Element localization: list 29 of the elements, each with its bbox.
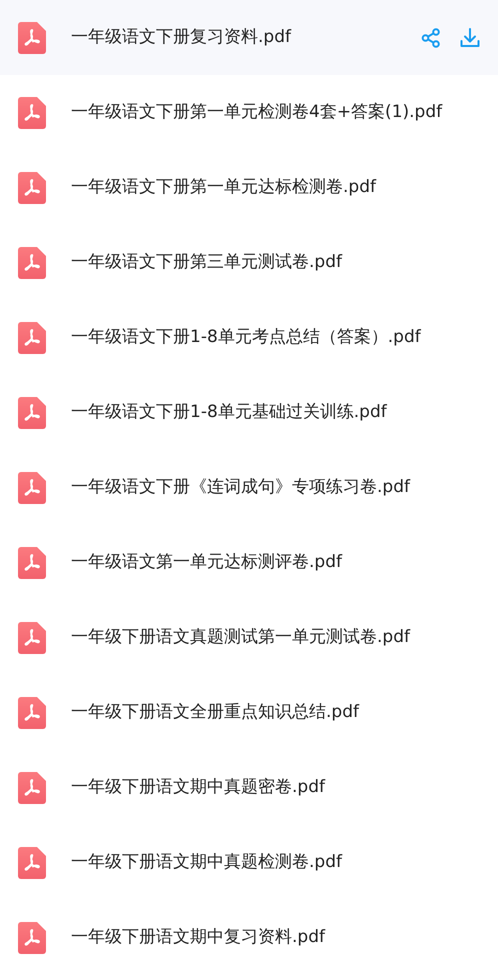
pdf-file-icon — [18, 846, 46, 878]
pdf-file-icon — [18, 96, 46, 128]
file-name: 一年级下册语文全册重点知识总结.pdf — [71, 700, 360, 724]
file-name: 一年级下册语文期中真题密卷.pdf — [71, 776, 326, 799]
file-name: 一年级语文下册《连词成句》专项练习卷.pdf — [71, 476, 412, 499]
file-name: 一年级语文下册第一单元达标检测卷.pdf — [71, 176, 378, 199]
file-name: 一年级下册语文期中复习资料.pdf — [71, 926, 326, 949]
pdf-file-icon — [18, 22, 46, 54]
download-button[interactable] — [460, 28, 480, 48]
pdf-file-icon — [18, 546, 46, 578]
pdf-file-icon — [18, 696, 46, 728]
pdf-file-icon — [18, 622, 46, 654]
file-name: 一年级下册语文真题测试第一单元测试卷.pdf — [71, 626, 412, 649]
file-name: 一年级语文第一单元达标测评卷.pdf — [71, 550, 344, 574]
pdf-file-icon — [18, 396, 46, 428]
pdf-file-icon — [18, 172, 46, 204]
file-name: 一年级语文下册第三单元测试卷.pdf — [71, 250, 344, 274]
file-name: 一年级下册语文期中真题检测卷.pdf — [71, 850, 344, 874]
file-name: 一年级语文下册1-8单元基础过关训练.pdf — [71, 400, 388, 424]
file-name: 一年级语文下册复习资料.pdf — [71, 26, 292, 49]
pdf-file-icon — [18, 322, 46, 354]
pdf-file-icon — [18, 772, 46, 804]
pdf-file-icon — [18, 472, 46, 504]
share-button[interactable] — [421, 28, 441, 48]
pdf-file-icon — [18, 246, 46, 278]
pdf-file-icon — [18, 922, 46, 954]
file-name: 一年级语文下册第一单元检测卷4套+答案(1).pdf — [71, 100, 444, 124]
file-name: 一年级语文下册1-8单元考点总结（答案）.pdf — [71, 326, 422, 349]
file-row[interactable]: 一年级语文下册复习资料.pdf — [0, 0, 498, 75]
